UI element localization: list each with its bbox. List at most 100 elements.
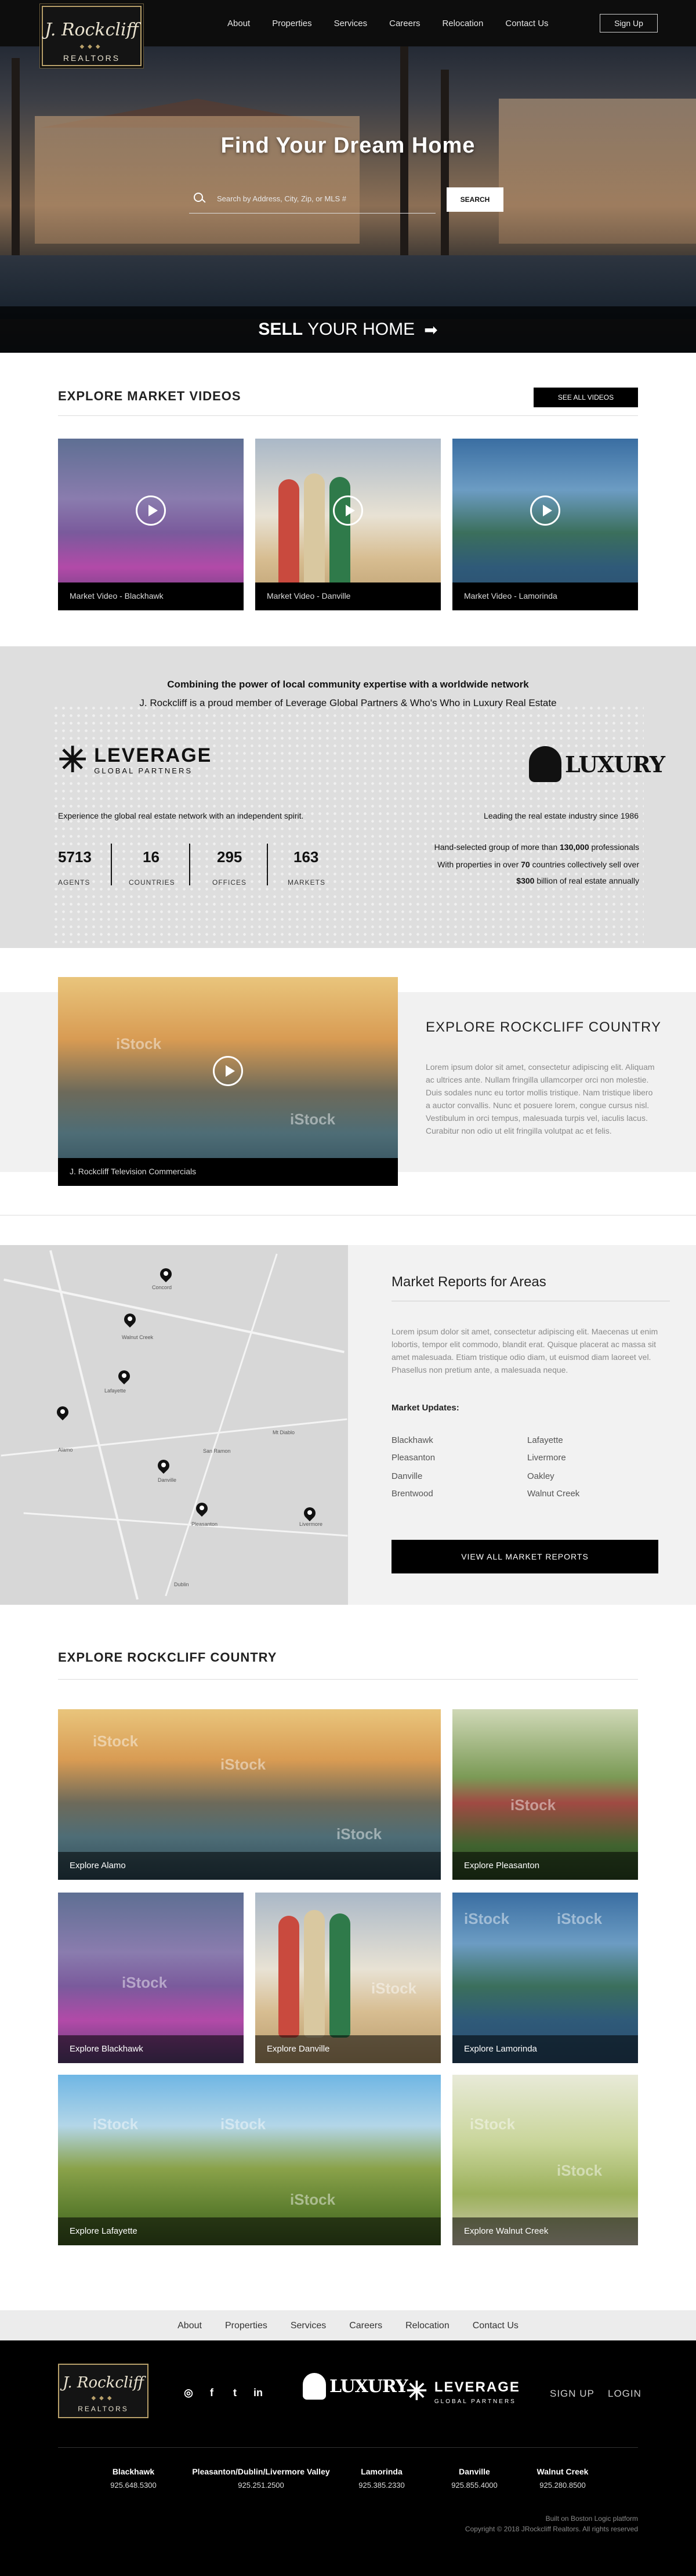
surfboard bbox=[304, 473, 325, 589]
footer-nav-about[interactable]: About bbox=[177, 2321, 202, 2331]
office-name: Danville bbox=[459, 2467, 490, 2476]
report-link-brentwood[interactable]: Brentwood bbox=[392, 1489, 433, 1499]
map-pin-icon[interactable] bbox=[124, 1314, 136, 1329]
office-phone[interactable]: 925.280.8500 bbox=[539, 2481, 586, 2490]
see-all-videos-button[interactable]: SEE ALL VIDEOS bbox=[534, 388, 638, 407]
nav-services[interactable]: Services bbox=[334, 19, 368, 28]
leverage-tagline: Experience the global real estate networ… bbox=[58, 811, 304, 820]
footer-signup-link[interactable]: SIGN UP bbox=[550, 2388, 594, 2400]
report-link-walnut-creek[interactable]: Walnut Creek bbox=[527, 1489, 579, 1499]
tile-caption: Explore Danville bbox=[255, 2035, 441, 2063]
report-link-danville[interactable]: Danville bbox=[392, 1471, 422, 1481]
nav-careers[interactable]: Careers bbox=[389, 19, 420, 28]
report-link-livermore[interactable]: Livermore bbox=[527, 1453, 566, 1463]
hero-house-wing bbox=[499, 99, 696, 244]
footer-nav: About Properties Services Careers Reloca… bbox=[0, 2321, 696, 2331]
linkedin-icon[interactable]: in bbox=[251, 2387, 266, 2402]
surfboard bbox=[278, 1916, 299, 2038]
map-pin-icon[interactable] bbox=[304, 1507, 316, 1522]
tile-caption: Explore Lafayette bbox=[58, 2217, 441, 2245]
explore-tile-blackhawk[interactable]: iStock Explore Blackhawk bbox=[58, 1893, 244, 2063]
footer-nav-contact[interactable]: Contact Us bbox=[473, 2321, 519, 2331]
map-road bbox=[165, 1253, 278, 1597]
video-caption: Market Video - Lamorinda bbox=[452, 583, 638, 610]
signup-button[interactable]: Sign Up bbox=[600, 14, 658, 32]
surfboard bbox=[329, 477, 350, 589]
office-phone[interactable]: 925.648.5300 bbox=[110, 2481, 157, 2490]
office-name: Lamorinda bbox=[361, 2467, 403, 2476]
map-pin-icon[interactable] bbox=[196, 1503, 208, 1518]
watermark: iStock bbox=[93, 1732, 139, 1750]
stat-countries-num: 16 bbox=[143, 848, 160, 866]
map-pin-icon[interactable] bbox=[160, 1268, 172, 1283]
lux-l3-post: billion of real estate annually bbox=[534, 876, 639, 885]
nav-contact[interactable]: Contact Us bbox=[505, 19, 548, 28]
report-link-pleasanton[interactable]: Pleasanton bbox=[392, 1453, 435, 1463]
facebook-icon[interactable]: f bbox=[204, 2387, 219, 2402]
explore-tile-lafayette[interactable]: iStock iStock iStock Explore Lafayette bbox=[58, 2075, 441, 2245]
map-label: Dublin bbox=[174, 1582, 189, 1587]
stat-agents-num: 5713 bbox=[58, 848, 92, 866]
watermark: iStock bbox=[557, 2162, 603, 2179]
office-phone[interactable]: 925.855.4000 bbox=[451, 2481, 498, 2490]
explore-tile-alamo[interactable]: iStock iStock iStock Explore Alamo bbox=[58, 1709, 441, 1880]
report-link-blackhawk[interactable]: Blackhawk bbox=[392, 1435, 433, 1445]
network-headline: Combining the power of local community e… bbox=[167, 679, 529, 690]
stat-offices-num: 295 bbox=[217, 848, 242, 866]
watermark: iStock bbox=[116, 1035, 162, 1052]
explore-tile-lamorinda[interactable]: iStock iStock Explore Lamorinda bbox=[452, 1893, 638, 2063]
explore-tile-walnut-creek[interactable]: iStock iStock Explore Walnut Creek bbox=[452, 2075, 638, 2245]
video-caption: J. Rockcliff Television Commercials bbox=[58, 1158, 398, 1186]
nav-about[interactable]: About bbox=[227, 19, 250, 28]
video-card-blackhawk[interactable]: Market Video - Blackhawk bbox=[58, 439, 244, 610]
footer-nav-relocation[interactable]: Relocation bbox=[405, 2321, 449, 2331]
search-button[interactable]: SEARCH bbox=[447, 187, 503, 212]
logo-stars: ◆◆◆ bbox=[91, 2395, 115, 2401]
twitter-icon[interactable]: t bbox=[227, 2387, 242, 2402]
footer-nav-careers[interactable]: Careers bbox=[349, 2321, 382, 2331]
leverage-name: LEVERAGE bbox=[434, 2379, 520, 2395]
footer-nav-properties[interactable]: Properties bbox=[225, 2321, 267, 2331]
video-card-danville[interactable]: Market Video - Danville bbox=[255, 439, 441, 610]
leverage-mark-icon: ✳ bbox=[406, 2376, 427, 2405]
map-pin-icon[interactable] bbox=[158, 1460, 169, 1475]
explore-tile-pleasanton[interactable]: iStock Explore Pleasanton bbox=[452, 1709, 638, 1880]
video-card-lamorinda[interactable]: Market Video - Lamorinda bbox=[452, 439, 638, 610]
lux-l1-pre: Hand-selected group of more than bbox=[434, 842, 560, 852]
hero-palm bbox=[441, 70, 449, 255]
office-danville: Danville 925.855.4000 bbox=[428, 2467, 521, 2490]
site-logo[interactable]: J. Rockcliff ◆◆◆ REALTORS bbox=[42, 6, 142, 66]
logo-sub: REALTORS bbox=[78, 2405, 129, 2413]
map-pin-icon[interactable] bbox=[57, 1406, 68, 1421]
map-road bbox=[1, 1418, 347, 1457]
area-map[interactable]: Concord Walnut Creek Lafayette Alamo Dan… bbox=[0, 1245, 348, 1605]
lux-l1-post: professionals bbox=[589, 842, 639, 852]
nav-properties[interactable]: Properties bbox=[272, 19, 311, 28]
nav-relocation[interactable]: Relocation bbox=[442, 19, 483, 28]
play-icon bbox=[213, 1056, 243, 1086]
search-input[interactable] bbox=[209, 188, 436, 209]
footer-nav-services[interactable]: Services bbox=[291, 2321, 326, 2331]
office-phone[interactable]: 925.385.2330 bbox=[358, 2481, 405, 2490]
map-road bbox=[3, 1278, 345, 1354]
luxury-stat-line: $300 billion of real estate annually bbox=[516, 876, 639, 885]
explore-tile-danville[interactable]: iStock Explore Danville bbox=[255, 1893, 441, 2063]
office-phone[interactable]: 925.251.2500 bbox=[238, 2481, 284, 2490]
footer-login-link[interactable]: LOGIN bbox=[608, 2388, 641, 2400]
office-pleasanton: Pleasanton/Dublin/Livermore Valley 925.2… bbox=[191, 2467, 331, 2490]
report-link-lafayette[interactable]: Lafayette bbox=[527, 1435, 563, 1445]
play-icon bbox=[530, 495, 560, 526]
footer-leverage-logo: ✳ LEVERAGE GLOBAL PARTNERS bbox=[406, 2378, 520, 2405]
stat-agents-label: AGENTS bbox=[58, 878, 90, 887]
feature-video[interactable]: iStock iStock J. Rockcliff Television Co… bbox=[58, 977, 398, 1186]
lux-l2-pre: With properties in over bbox=[437, 860, 521, 869]
sell-your-home-link[interactable]: SELL YOUR HOME ➡ bbox=[0, 306, 696, 353]
map-pin-icon[interactable] bbox=[118, 1370, 130, 1385]
view-all-reports-button[interactable]: VIEW ALL MARKET REPORTS bbox=[392, 1540, 658, 1573]
footer-logo[interactable]: J. Rockcliff ◆◆◆ REALTORS bbox=[58, 2364, 148, 2418]
office-walnut-creek: Walnut Creek 925.280.8500 bbox=[516, 2467, 609, 2490]
surfboard bbox=[304, 1910, 325, 2038]
reports-title: Market Reports for Areas bbox=[392, 1274, 546, 1290]
report-link-oakley[interactable]: Oakley bbox=[527, 1471, 554, 1481]
instagram-icon[interactable]: ◎ bbox=[181, 2387, 196, 2402]
